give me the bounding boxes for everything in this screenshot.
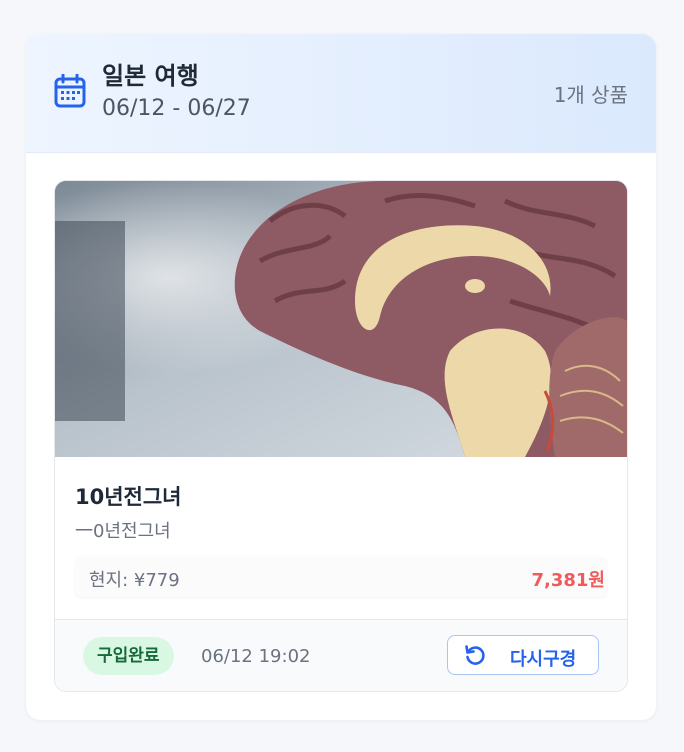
price-row: 현지: ¥779 7,381원: [75, 557, 607, 597]
refresh-icon: [464, 644, 486, 666]
product-name: 10년전그녀: [75, 485, 182, 509]
product-image[interactable]: [55, 181, 627, 457]
trip-card: 일본 여행 06/12 - 06/27 1개 상품 10년전그녀 一0년전그녀 …: [26, 34, 656, 720]
status-badge: 구입완료: [83, 637, 174, 675]
product-subtitle: 一0년전그녀: [75, 521, 171, 542]
product-card[interactable]: 10년전그녀 一0년전그녀 현지: ¥779 7,381원 구입완료 06/12…: [54, 180, 628, 692]
purchase-time: 06/12 19:02: [201, 646, 311, 667]
calendar-icon: [54, 73, 86, 108]
local-price: 현지: ¥779: [89, 570, 180, 591]
product-info: 10년전그녀 一0년전그녀 현지: ¥779 7,381원: [55, 457, 627, 619]
rebuy-button[interactable]: 다시구경: [447, 635, 599, 675]
trip-title: 일본 여행: [102, 62, 199, 90]
purchase-footer: 구입완료 06/12 19:02 다시구경: [55, 619, 627, 691]
krw-price: 7,381원: [531, 570, 606, 591]
trip-header: 일본 여행 06/12 - 06/27 1개 상품: [26, 34, 656, 153]
rebuy-button-label: 다시구경: [510, 649, 577, 669]
item-count: 1개 상품: [553, 83, 628, 107]
trip-dates: 06/12 - 06/27: [102, 96, 251, 121]
